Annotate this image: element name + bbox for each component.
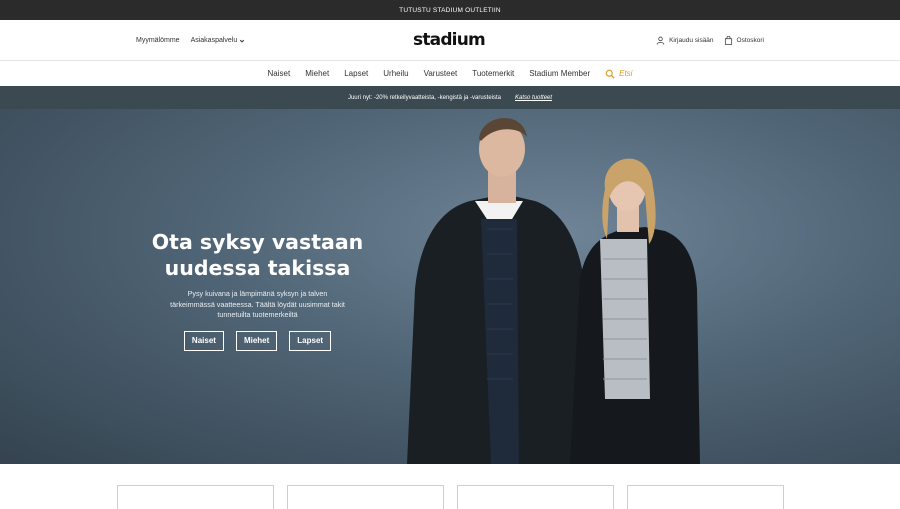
outlet-link[interactable]: TUTUSTU STADIUM OUTLETIIN [399,7,501,14]
hero-button-lapset[interactable]: Lapset [289,330,332,351]
top-announcement-bar[interactable]: TUTUSTU STADIUM OUTLETIIN [0,0,900,20]
hero-subtitle-line-1: Pysy kuivana ja lämpimänä syksyn ja talv… [187,289,328,298]
header-left-links: Myymälömme Asiakaspalvelu [136,20,245,61]
hero-buttons: Naiset Miehet Lapset [140,330,375,351]
chevron-down-icon [240,39,245,43]
category-cards-row [0,464,900,509]
promo-link[interactable]: Katso tuotteet [515,95,552,101]
user-icon [656,36,665,45]
hero-content: Ota syksy vastaan uudessa takissa Pysy k… [140,229,375,351]
hero-image-couple-in-jackets [407,118,700,464]
cart-button[interactable]: Ostoskori [724,36,764,45]
nav-item-urheilu[interactable]: Urheilu [383,69,408,78]
login-label: Kirjaudu sisään [669,37,714,44]
nav-item-miehet[interactable]: Miehet [305,69,329,78]
hero-banner: Ota syksy vastaan uudessa takissa Pysy k… [0,109,900,464]
hero-button-miehet[interactable]: Miehet [235,330,278,351]
main-navigation: Naiset Miehet Lapset Urheilu Varusteet T… [0,61,900,86]
promo-banner: Juuri nyt: -20% retkeilyvaatteista, -ken… [0,86,900,109]
hero-subtitle-line-3: tunnetuilta tuotemerkeiltä [217,310,298,319]
category-card[interactable] [287,485,444,509]
nav-item-lapset[interactable]: Lapset [344,69,368,78]
header-right-actions: Kirjaudu sisään Ostoskori [656,20,764,61]
search-button[interactable]: Etsi [605,69,632,79]
hero-title-line-1: Ota syksy vastaan [151,230,364,254]
cart-label: Ostoskori [736,37,764,44]
category-card[interactable] [457,485,614,509]
category-card[interactable] [627,485,784,509]
hero-button-naiset[interactable]: Naiset [183,330,224,351]
hero-title-line-2: uudessa takissa [164,256,351,280]
nav-item-varusteet[interactable]: Varusteet [424,69,458,78]
promo-text: Juuri nyt: -20% retkeilyvaatteista, -ken… [347,94,502,101]
nav-item-stadium-member[interactable]: Stadium Member [529,69,590,78]
hero-subtitle: Pysy kuivana ja lämpimänä syksyn ja talv… [140,289,375,321]
hero-title: Ota syksy vastaan uudessa takissa [140,229,375,281]
nav-item-tuotemerkit[interactable]: Tuotemerkit [472,69,514,78]
category-card[interactable] [117,485,274,509]
site-header: Myymälömme Asiakaspalvelu stadium Kirjau… [0,20,900,61]
search-icon [605,69,615,79]
shopping-bag-icon [724,36,732,45]
stores-link[interactable]: Myymälömme [136,37,180,44]
nav-item-naiset[interactable]: Naiset [268,69,291,78]
search-label: Etsi [619,69,633,78]
customer-service-dropdown[interactable]: Asiakaspalvelu [191,37,246,44]
login-button[interactable]: Kirjaudu sisään [656,36,714,45]
stadium-logo[interactable]: stadium [413,32,486,49]
customer-service-label: Asiakaspalvelu [190,37,238,44]
hero-subtitle-line-2: tärkeimmässä vaatteessa. Täältä löydät u… [170,299,345,309]
